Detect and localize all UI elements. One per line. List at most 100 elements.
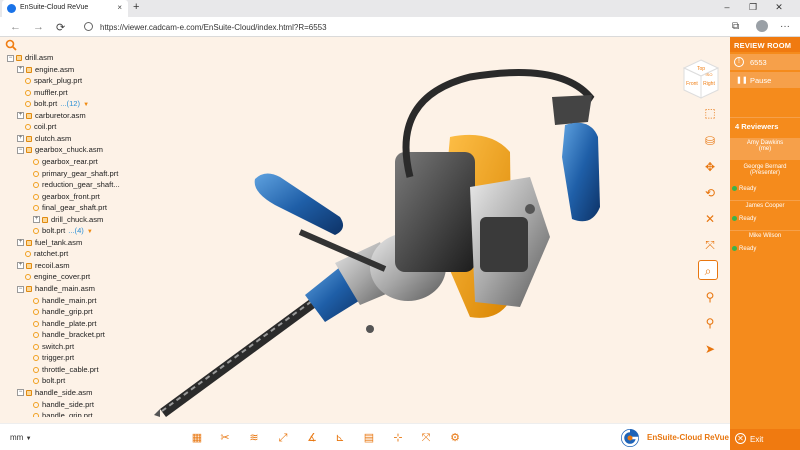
tree-item[interactable]: switch.prt [33,341,74,353]
tree-item-label: coil.prt [34,122,57,132]
drill-model[interactable] [140,37,730,423]
tree-item[interactable]: bolt.prt [33,375,65,387]
tree-item[interactable]: + clutch.asm [17,133,71,145]
pause-button[interactable]: ❚❚ Pause [730,72,800,88]
collections-icon[interactable]: ⧉ [732,21,739,32]
tree-item[interactable]: gearbox_rear.prt [33,156,98,168]
bolt[interactable] [525,204,535,214]
expand-icon[interactable]: + [17,135,24,143]
tree-item[interactable]: − gearbox_chuck.asm [17,144,103,156]
tree-item[interactable]: handle_plate.prt [33,318,96,330]
tree-item[interactable]: gearbox_front.prt [33,191,100,203]
info-icon[interactable]: ! [734,57,744,67]
measure-angle-icon[interactable]: ∡ [304,430,320,446]
units-select[interactable]: mm ▼ [10,433,32,442]
tree-item[interactable]: bolt.prt ...(4) ▼ [33,225,93,237]
tree-item[interactable]: + drill_chuck.asm [33,214,103,226]
tree-item[interactable]: − drill.asm [7,52,53,64]
model-tree-tool-icon[interactable]: ▦ [189,430,205,446]
section-tool-icon[interactable]: ✂ [217,430,233,446]
more-menu-icon[interactable]: ··· [780,21,790,32]
profile-avatar[interactable] [756,20,768,32]
reviewer-item[interactable]: Amy Dawkins (me) [730,138,800,160]
zoom-selection-icon[interactable]: ⌕ [698,260,718,280]
collapse-icon[interactable]: − [7,54,14,62]
reload-icon[interactable]: ⟳ [56,21,65,34]
tree-item[interactable]: primary_gear_shaft.prt [33,168,118,180]
tree-item[interactable]: coil.prt [25,121,56,133]
bolt[interactable] [366,325,374,333]
measure-distance-icon[interactable]: ⤢ [275,430,291,446]
tree-item[interactable]: handle_grip.prt [33,306,93,318]
tree-item[interactable]: engine_cover.prt [25,271,90,283]
reviewer-item[interactable]: James Cooper Ready [730,200,800,228]
assembly-icon [26,147,32,154]
explode-tool-icon[interactable]: ≋ [246,430,262,446]
zoom-icon[interactable]: ⚲ [700,287,720,307]
tree-item[interactable]: handle_grip.prt [33,410,93,417]
reviewer-item[interactable]: George Bernard (Presenter) Ready [730,164,800,198]
tree-item[interactable]: handle_side.prt [33,399,94,411]
tree-item[interactable]: handle_main.prt [33,295,96,307]
tree-item[interactable]: bolt.prt ...(12) ▼ [25,98,89,110]
tree-item[interactable]: throttle_cable.prt [33,364,99,376]
search-icon[interactable] [5,39,17,51]
fit-all-icon[interactable]: ⤧ [418,430,434,446]
tree-item[interactable]: + engine.asm [17,64,74,76]
collapse-icon[interactable]: − [17,285,24,293]
tree-item[interactable]: + carburetor.asm [17,110,86,122]
chevron-down-icon[interactable]: ▼ [83,102,89,108]
browser-tab[interactable]: EnSuite-Cloud ReVue × [2,0,128,17]
markup-tool-icon[interactable]: ▤ [361,430,377,446]
select-cursor-icon[interactable]: ➤ [700,339,720,359]
zoom-fit-icon[interactable]: ⚲ [700,313,720,333]
axis-tool-icon[interactable]: ⊹ [390,430,406,446]
tree-item[interactable]: − handle_side.asm [17,387,92,399]
expand-icon[interactable]: + [17,262,24,270]
tree-item[interactable]: final_gear_shaft.prt [33,202,107,214]
tree-item[interactable]: trigger.prt [33,352,74,364]
collapse-icon[interactable]: − [17,389,24,397]
expand-icon[interactable]: + [33,216,40,224]
tree-item[interactable]: reduction_gear_shaft... [33,179,120,191]
3d-viewport[interactable] [140,37,730,423]
view-cube[interactable]: Top Front Right ISO [680,58,722,100]
forward-arrow-icon[interactable]: → [33,21,44,33]
drill-bit[interactable] [154,299,316,417]
instance-count[interactable]: ...(12) [60,99,80,108]
pan-icon[interactable]: ✥ [700,157,720,177]
url-field[interactable]: https://viewer.cadcam-e.com/EnSuite-Clou… [76,19,708,35]
view-orientation-icon[interactable]: ⬚ [700,103,720,123]
assembly-icon [26,135,32,142]
tree-item[interactable]: ratchet.prt [25,248,68,260]
tree-item[interactable]: handle_bracket.prt [33,329,105,341]
tree-item-label: spark_plug.prt [34,76,83,86]
tab-close-icon[interactable]: × [117,3,122,12]
chevron-down-icon[interactable]: ▼ [87,229,93,235]
window-maximize-button[interactable]: ❐ [742,2,764,13]
new-tab-button[interactable]: + [133,1,139,13]
spin-axis-icon[interactable]: ⤧ [700,235,720,255]
tree-item[interactable]: spark_plug.prt [25,75,82,87]
expand-icon[interactable]: + [17,239,24,247]
instance-count[interactable]: ...(4) [68,226,84,235]
window-close-button[interactable]: ✕ [768,2,790,13]
tree-item[interactable]: + fuel_tank.asm [17,237,82,249]
tree-item-label: bolt.prt [42,376,66,386]
settings-tool-icon[interactable]: ⚙ [447,430,463,446]
tree-item[interactable]: muffler.prt [25,87,68,99]
close-icon[interactable]: ✕ [700,209,720,229]
measure-radius-icon[interactable]: ⊾ [332,430,348,446]
database-icon[interactable]: ⛁ [700,131,720,151]
expand-icon[interactable]: + [17,112,24,120]
collapse-icon[interactable]: − [17,146,24,154]
expand-icon[interactable]: + [17,66,24,74]
reviewer-item[interactable]: Mike Wilson Ready [730,230,800,258]
window-minimize-button[interactable]: – [716,2,738,12]
back-arrow-icon[interactable]: ← [10,21,21,33]
exit-button[interactable]: ✕ Exit [730,429,800,450]
tree-item[interactable]: − handle_main.asm [17,283,95,295]
handle-grip[interactable] [552,95,600,222]
tree-item[interactable]: + recoil.asm [17,260,70,272]
rotate-icon[interactable]: ⟲ [700,183,720,203]
